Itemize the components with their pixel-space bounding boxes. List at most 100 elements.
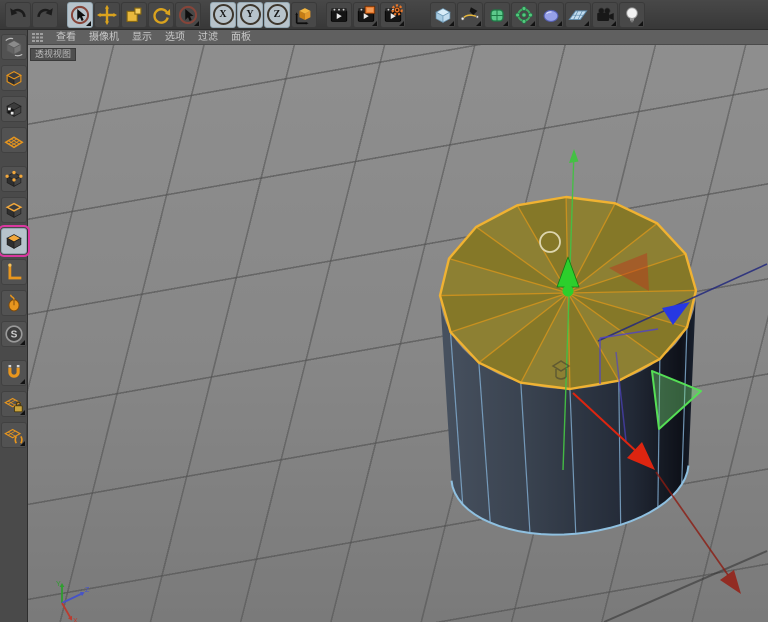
environment-floor-icon bbox=[567, 4, 589, 26]
viewport-menubar: 查看摄像机显示选项过滤面板 bbox=[28, 30, 768, 45]
edges-mode-icon bbox=[3, 199, 25, 221]
toolbar-button-last-used-tool[interactable] bbox=[175, 2, 201, 28]
sidebar-button-viewport-solo[interactable]: S bbox=[1, 321, 27, 347]
live-selection-icon bbox=[69, 4, 91, 26]
light-icon bbox=[621, 4, 643, 26]
sidebar-button-enable-axis[interactable] bbox=[1, 259, 27, 285]
rotate-icon bbox=[150, 4, 172, 26]
viewport-menu-item[interactable]: 查看 bbox=[56, 30, 76, 45]
viewport-solo-icon: S bbox=[3, 323, 25, 345]
triad-label: X bbox=[73, 618, 78, 622]
left-mode-toolbar: S bbox=[0, 30, 28, 622]
make-editable-icon bbox=[3, 36, 25, 58]
render-settings-icon bbox=[382, 4, 404, 26]
triad-label: Z bbox=[85, 587, 90, 594]
redo-icon bbox=[34, 4, 56, 26]
sidebar-button-texture-mode[interactable] bbox=[1, 96, 27, 122]
viewport-menu-item[interactable]: 面板 bbox=[231, 30, 251, 45]
toolbar-button-undo[interactable] bbox=[5, 2, 31, 28]
metaball-icon bbox=[540, 4, 562, 26]
move-icon bbox=[96, 4, 118, 26]
toolbar-button-add-primitive-cube[interactable] bbox=[430, 2, 456, 28]
viewport-menu-item[interactable]: 显示 bbox=[132, 30, 152, 45]
workplane-mode-icon bbox=[3, 129, 25, 151]
toolbar-button-spline-pen[interactable] bbox=[457, 2, 483, 28]
enable-axis-icon bbox=[3, 261, 25, 283]
gizmo-handle bbox=[720, 570, 741, 594]
application-window: X Y Z S 查看摄像机显示选项过滤面板 透视视图 Y Z X bbox=[0, 0, 768, 622]
last-used-tool-icon bbox=[177, 4, 199, 26]
toolbar-button-camera[interactable] bbox=[592, 2, 618, 28]
triad-axis bbox=[62, 603, 70, 617]
scale-icon bbox=[123, 4, 145, 26]
model-mode-icon bbox=[3, 67, 25, 89]
viewport-menu: 查看摄像机显示选项过滤面板 bbox=[56, 30, 251, 45]
sidebar-button-edges-mode[interactable] bbox=[1, 197, 27, 223]
top-toolbar: X Y Z bbox=[0, 0, 768, 30]
render-picture-viewer-icon bbox=[355, 4, 377, 26]
sidebar-button-points-mode[interactable] bbox=[1, 166, 27, 192]
sidebar-button-tweak-mode[interactable] bbox=[1, 290, 27, 316]
camera-icon bbox=[594, 4, 616, 26]
toolbar-button-rotate[interactable] bbox=[148, 2, 174, 28]
scene-canvas[interactable]: Y Z X bbox=[28, 30, 768, 622]
toolbar-separator bbox=[318, 0, 325, 29]
points-mode-icon bbox=[3, 168, 25, 190]
axis-letter: Z bbox=[274, 9, 281, 20]
svg-text:S: S bbox=[10, 329, 17, 340]
viewport[interactable]: 查看摄像机显示选项过滤面板 透视视图 Y Z X bbox=[28, 30, 768, 622]
triad-label: Y bbox=[56, 581, 61, 588]
coordinate-system-icon bbox=[293, 4, 315, 26]
viewport-menu-grid-icon[interactable] bbox=[32, 33, 43, 42]
toolbar-separator bbox=[202, 0, 209, 29]
toolbar-button-environment-floor[interactable] bbox=[565, 2, 591, 28]
toolbar-button-lock-x-axis[interactable]: X bbox=[210, 2, 236, 28]
gizmo-center bbox=[563, 286, 574, 297]
sidebar-button-polygons-mode[interactable] bbox=[1, 228, 27, 254]
toolbar-button-render-settings[interactable] bbox=[380, 2, 406, 28]
spline-pen-icon bbox=[459, 4, 481, 26]
viewport-menu-item[interactable]: 过滤 bbox=[198, 30, 218, 45]
toolbar-button-deformer[interactable] bbox=[511, 2, 537, 28]
toolbar-button-move[interactable] bbox=[94, 2, 120, 28]
toolbar-button-live-selection[interactable] bbox=[67, 2, 93, 28]
planar-workplane-icon bbox=[3, 424, 25, 446]
toolbar-button-lock-y-axis[interactable]: Y bbox=[237, 2, 263, 28]
viewport-menu-item[interactable]: 选项 bbox=[165, 30, 185, 45]
deformer-icon bbox=[513, 4, 535, 26]
texture-mode-icon bbox=[3, 98, 25, 120]
view-label[interactable]: 透视视图 bbox=[30, 48, 76, 61]
lock-workplane-icon bbox=[3, 393, 25, 415]
toolbar-button-lock-z-axis[interactable]: Z bbox=[264, 2, 290, 28]
sidebar-button-lock-workplane[interactable] bbox=[1, 391, 27, 417]
undo-icon bbox=[7, 4, 29, 26]
toolbar-button-render-view[interactable] bbox=[326, 2, 352, 28]
triad-axis bbox=[62, 594, 81, 603]
toolbar-separator bbox=[59, 0, 66, 29]
toolbar-button-coordinate-system[interactable] bbox=[291, 2, 317, 28]
render-view-icon bbox=[328, 4, 350, 26]
tweak-mode-icon bbox=[3, 292, 25, 314]
subdivision-surface-icon bbox=[486, 4, 508, 26]
sidebar-button-workplane-mode[interactable] bbox=[1, 127, 27, 153]
toolbar-button-subdivision-surface[interactable] bbox=[484, 2, 510, 28]
toolbar-button-light[interactable] bbox=[619, 2, 645, 28]
sidebar-button-planar-workplane[interactable] bbox=[1, 422, 27, 448]
toolbar-button-render-picture-viewer[interactable] bbox=[353, 2, 379, 28]
gizmo-axis-line bbox=[656, 472, 728, 575]
toolbar-button-scale[interactable] bbox=[121, 2, 147, 28]
toolbar-separator bbox=[407, 0, 429, 29]
toolbar-button-redo[interactable] bbox=[32, 2, 58, 28]
axis-letter: Y bbox=[246, 9, 253, 20]
grid-major-line bbox=[604, 551, 767, 622]
axis-letter: X bbox=[219, 9, 226, 20]
sidebar-button-snap[interactable] bbox=[1, 360, 27, 386]
viewport-menu-item[interactable]: 摄像机 bbox=[89, 30, 119, 45]
sidebar-button-make-editable[interactable] bbox=[1, 34, 27, 60]
polygons-mode-icon bbox=[3, 230, 25, 252]
toolbar-button-metaball[interactable] bbox=[538, 2, 564, 28]
gizmo-handle bbox=[569, 149, 579, 163]
sidebar-button-model-mode[interactable] bbox=[1, 65, 27, 91]
snap-icon bbox=[3, 362, 25, 384]
add-primitive-cube-icon bbox=[432, 4, 454, 26]
